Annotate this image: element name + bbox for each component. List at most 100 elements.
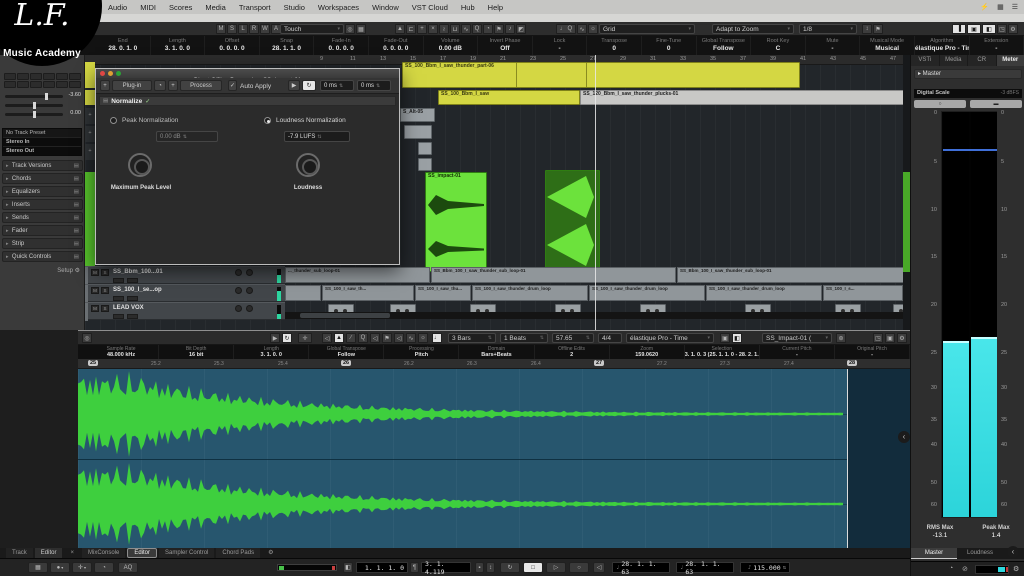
waveform-display[interactable] — [78, 369, 910, 549]
add-plugin-button[interactable]: Plug-in — [112, 80, 152, 91]
pre-roll-field[interactable]: 0 ms ⇅ — [320, 80, 354, 91]
tool-button[interactable]: ∿ — [461, 24, 471, 34]
menu-item[interactable]: Studio — [284, 3, 305, 12]
post-roll-field[interactable]: 0 ms ⇅ — [357, 80, 391, 91]
audio-performance-meter[interactable] — [277, 564, 337, 571]
audio-clip[interactable]: SS_100_I_saw_thunder_drum_loop — [472, 285, 588, 301]
add-track-button[interactable]: + — [85, 126, 95, 142]
editor-audition-icon[interactable]: ◁ — [394, 333, 404, 343]
record-enable-button[interactable] — [235, 269, 242, 276]
audio-clip[interactable]: SS_100_I_s... — [823, 285, 903, 301]
peak-level-field[interactable]: 0.00 dB ⇅ — [156, 131, 218, 142]
inspector-section[interactable]: ▸ Fader ▤ — [2, 225, 83, 236]
mute-monitor-icon[interactable]: ⊘ — [962, 565, 968, 573]
monitor-button[interactable] — [246, 269, 253, 276]
mute-button[interactable]: M — [91, 287, 99, 294]
input-routing[interactable]: Stereo In — [3, 137, 81, 146]
menu-item[interactable]: Transport — [239, 3, 271, 12]
right-locator-display[interactable]: ♩ 28. 1. 1. 63 — [676, 562, 734, 573]
editor-gear-icon[interactable]: ⚙ — [897, 333, 907, 343]
infoline-column[interactable]: Fade-Out 0. 0. 0. 0 — [369, 36, 424, 55]
menu-item[interactable]: Audio — [108, 3, 127, 12]
secondary-time-icon[interactable]: ¶ — [410, 562, 419, 573]
auto-scroll-button[interactable]: ▦ — [356, 24, 366, 34]
midi-input-icon[interactable]: ⚑ — [873, 24, 883, 34]
track-mini-control[interactable] — [113, 296, 124, 301]
menu-item[interactable]: Window — [372, 3, 399, 12]
audio-clip[interactable] — [285, 285, 321, 301]
infoline-column[interactable]: Snap 28. 1. 1. 0 — [260, 36, 315, 55]
editor-info-column[interactable]: Selection 3. 1. 0. 3 (25. 1. 1. 0 - 28. … — [685, 345, 760, 359]
infoline-column[interactable]: Transpose 0 — [587, 36, 642, 55]
automation-mode-select[interactable]: Touch ▾ — [280, 24, 344, 34]
audition-loop-button[interactable]: ↻ — [302, 80, 316, 91]
editor-tempo-field[interactable]: 57.65 ⇅ — [552, 333, 594, 343]
audio-clip[interactable]: ..._thunder_sub_loop-01 — [285, 267, 430, 283]
infoline-column[interactable]: Algorithm élastique Pro - Time — [915, 36, 970, 55]
audio-clip-impact-reverse[interactable] — [545, 170, 600, 272]
automation-button[interactable]: W — [260, 24, 270, 34]
inspector-section[interactable]: ▸ Sends ▤ — [2, 212, 83, 223]
editor-info-column[interactable]: Length 3. 1. 0. 0 — [234, 345, 309, 359]
record-enable-button[interactable] — [235, 287, 242, 294]
editor-info-column[interactable]: Original Pitch - — [835, 345, 910, 359]
tab-editor-active[interactable]: Editor — [127, 548, 157, 558]
algorithm-select[interactable]: élastique Pro - Time ▾ — [626, 333, 714, 343]
audio-quantize-button[interactable]: AQ — [118, 562, 138, 573]
grid-beats-field[interactable]: 1 Beats ⇅ — [500, 333, 548, 343]
automation-button[interactable]: M — [216, 24, 226, 34]
add-track-button[interactable]: + — [85, 108, 95, 124]
scrollbar-thumb[interactable] — [300, 313, 390, 318]
editor-play-button[interactable]: ▶ — [270, 333, 280, 343]
zone-setup-gear-icon[interactable]: ⚙ — [262, 548, 279, 558]
cycle-button[interactable]: ↻ — [500, 562, 520, 573]
infoline-column[interactable]: Fade-In 0. 0. 0. 0 — [314, 36, 369, 55]
loudness-field[interactable]: -7.9 LUFS ⇅ — [284, 131, 350, 142]
keyboard-icon-button[interactable]: ▦ — [28, 562, 48, 573]
editor-select-tool[interactable]: ▲ — [334, 333, 344, 343]
editor-ruler[interactable]: 25262728 25.225.325.426.226.326.427.227.… — [78, 359, 910, 369]
audio-clip[interactable]: SS_Bbm_100_I_saw_thunder_sub_loop-01 — [431, 267, 676, 283]
lock-icon[interactable]: ▪ — [475, 562, 484, 573]
meter-scale-row[interactable]: Digital Scale -3 dBFS — [914, 89, 1022, 98]
clip-end-marker[interactable] — [847, 369, 848, 549]
audio-clip-small[interactable] — [418, 158, 432, 171]
status-icon[interactable]: ⚡ — [980, 3, 989, 11]
track-control-buttons[interactable] — [4, 73, 81, 88]
lower-zone-toggle[interactable]: ▣ — [967, 24, 981, 34]
setup-window-layout-button[interactable]: ◳ — [997, 24, 1007, 34]
solo-button[interactable]: S — [101, 287, 109, 294]
iterative-quantize-icon[interactable]: ↕ — [862, 24, 872, 34]
audio-clip[interactable]: SS_100_I_saw_thunder_drum_loop — [589, 285, 705, 301]
audio-clip[interactable]: SS_Bbm_100_I_saw_thunder_sub_loop-01 — [677, 267, 905, 283]
editor-draw-tool[interactable]: ∕ — [346, 333, 356, 343]
left-zone-toggle[interactable]: ▐ — [952, 24, 966, 34]
right-zone-toggle[interactable]: ◧ — [982, 24, 996, 34]
tool-button[interactable]: ⚑ — [494, 24, 504, 34]
horizontal-scrollbar[interactable] — [285, 312, 910, 319]
inspector-section[interactable]: ▸ Equalizers ▤ — [2, 186, 83, 197]
meter-reset-button[interactable]: ○ — [914, 100, 966, 108]
infoline-column[interactable]: Volume 0.00 dB — [424, 36, 479, 55]
audio-clip-thunder-short[interactable]: SS_100_Bbm_I_saw — [438, 90, 580, 105]
tool-button[interactable]: ◩ — [516, 24, 526, 34]
audition-play-button[interactable]: ▶ — [288, 80, 300, 91]
metronome-icon[interactable]: ◔ — [949, 565, 953, 572]
menu-item[interactable]: Help — [488, 3, 503, 12]
grid-bars-field[interactable]: 3 Bars ⇅ — [448, 333, 496, 343]
tab-chord-pads[interactable]: Chord Pads — [216, 548, 260, 558]
editor-collapse-handle[interactable]: ‹ — [898, 431, 910, 443]
delay-slider[interactable] — [5, 113, 63, 116]
menu-item[interactable]: Media — [205, 3, 225, 12]
audio-clip-alt[interactable]: S_Alt-05 — [400, 108, 435, 122]
primary-time-display[interactable]: 1. 1. 1. 0 — [356, 562, 408, 573]
editor-scrub-tool[interactable]: ◁ — [370, 333, 380, 343]
infoline-column[interactable]: Lock - — [533, 36, 588, 55]
record-enable-button[interactable] — [235, 305, 242, 312]
mute-button[interactable]: M — [91, 269, 99, 276]
menu-item[interactable]: MIDI — [140, 3, 156, 12]
tool-button[interactable]: ▲ — [395, 24, 405, 34]
menu-item[interactable]: Hub — [461, 3, 475, 12]
inspector-section[interactable]: ▸ Strip ▤ — [2, 238, 83, 249]
meter-master-header[interactable]: ▸ Master — [914, 69, 1022, 79]
